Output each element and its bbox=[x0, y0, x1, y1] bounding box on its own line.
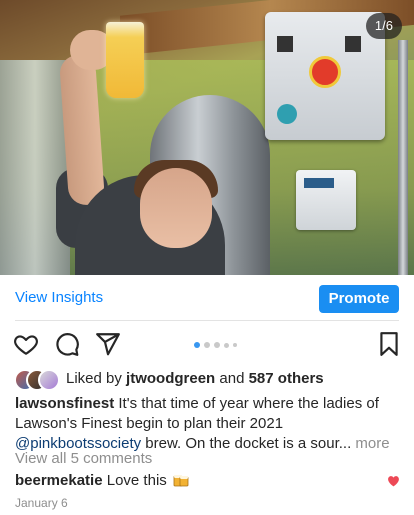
carousel-counter: 1/6 bbox=[365, 13, 402, 39]
divider bbox=[15, 320, 399, 321]
caption-more-link[interactable]: more bbox=[355, 435, 389, 452]
likes-row[interactable]: Liked by jtwoodgreen and 587 others bbox=[14, 368, 404, 391]
post-photo[interactable]: 1/6 bbox=[0, 0, 414, 275]
top-comment: beermekatie Love this bbox=[15, 472, 189, 489]
post-date: January 6 bbox=[15, 496, 68, 510]
carousel-dots bbox=[194, 341, 242, 349]
photo-drive-unit bbox=[296, 170, 356, 230]
carousel-dot bbox=[204, 342, 210, 348]
photo-beer-glass bbox=[106, 22, 144, 98]
liker-avatar bbox=[38, 369, 60, 391]
action-row bbox=[0, 326, 414, 362]
beer-emoji-icon bbox=[173, 475, 189, 487]
carousel-dot bbox=[214, 342, 220, 348]
promote-button[interactable]: Promote bbox=[319, 285, 399, 313]
photo-person-face bbox=[140, 168, 212, 248]
heart-icon[interactable] bbox=[13, 331, 39, 357]
panel-display-right bbox=[345, 36, 361, 52]
likes-conjunction: and bbox=[219, 370, 245, 387]
comment-icon[interactable] bbox=[54, 331, 80, 357]
carousel-dot-active bbox=[194, 342, 200, 348]
view-all-comments-link[interactable]: View all 5 comments bbox=[15, 450, 152, 467]
share-icon[interactable] bbox=[95, 331, 121, 357]
likes-prefix: Liked by bbox=[66, 370, 122, 387]
post-caption: lawsonsfinest It's that time of year whe… bbox=[15, 394, 405, 454]
view-insights-link[interactable]: View Insights bbox=[15, 289, 103, 306]
caption-text-continued: brew. On the docket is a sour... bbox=[145, 435, 352, 452]
comment-username[interactable]: beermekatie bbox=[15, 472, 103, 489]
bookmark-icon[interactable] bbox=[376, 331, 402, 357]
comment-like-heart-icon[interactable] bbox=[387, 475, 400, 487]
photo-pipe bbox=[398, 40, 408, 275]
carousel-dot bbox=[224, 343, 229, 348]
panel-logo bbox=[277, 104, 297, 124]
liker-username[interactable]: jtwoodgreen bbox=[126, 370, 215, 387]
photo-tank-left bbox=[0, 60, 70, 275]
drive-screen bbox=[304, 178, 334, 188]
panel-display-left bbox=[277, 36, 293, 52]
comment-text: Love this bbox=[106, 472, 167, 489]
likes-text: Liked by jtwoodgreen and 587 others bbox=[66, 370, 324, 387]
likes-others-count[interactable]: 587 others bbox=[249, 370, 324, 387]
insights-bar: View Insights Promote bbox=[0, 275, 414, 321]
carousel-dot bbox=[233, 343, 237, 347]
caption-username[interactable]: lawsonsfinest bbox=[15, 395, 114, 412]
panel-emergency-knob bbox=[309, 56, 341, 88]
